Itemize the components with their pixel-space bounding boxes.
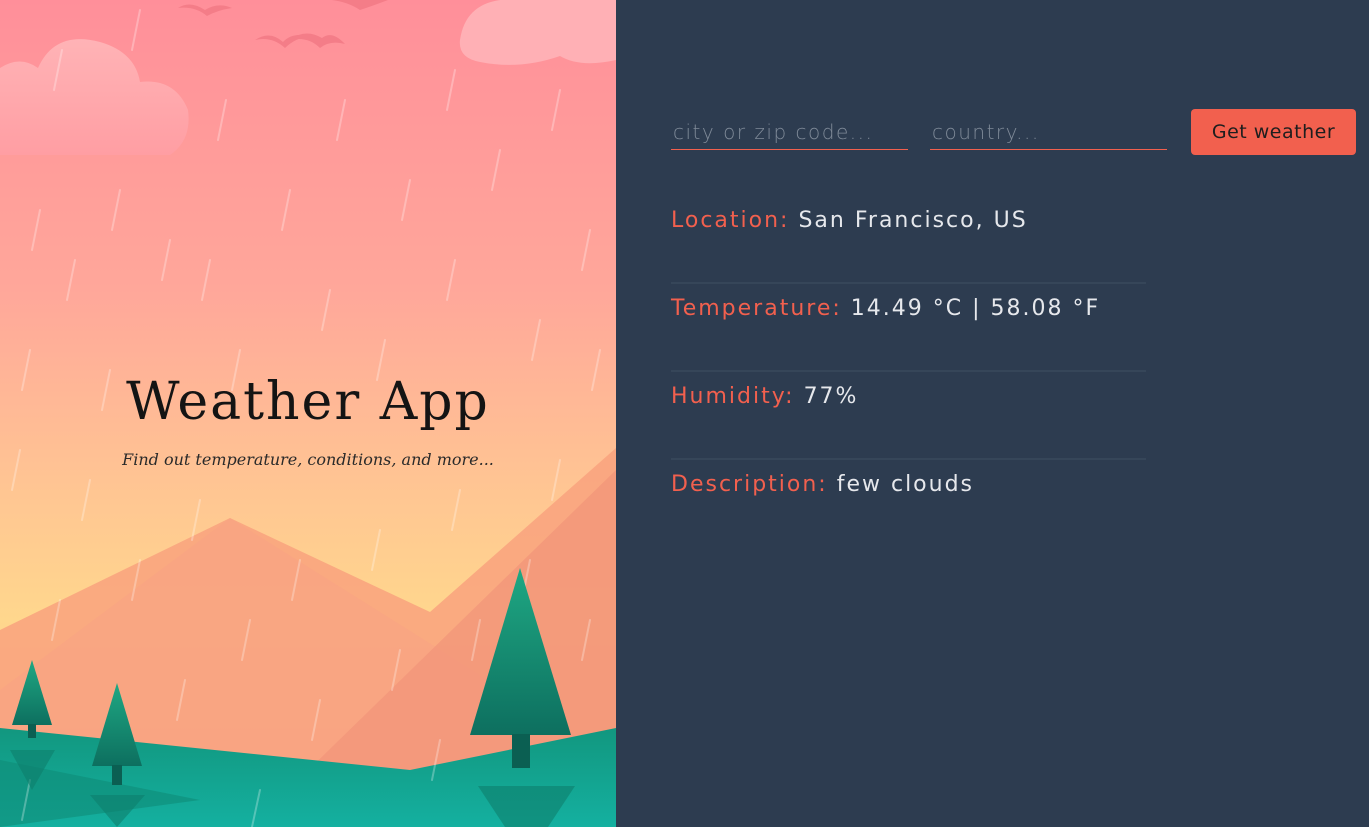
cloud-icon (459, 0, 616, 65)
hero-panel: Weather App Find out temperature, condit… (0, 0, 616, 827)
description-value: few clouds (836, 472, 975, 497)
app-title: Weather App (126, 372, 490, 432)
humidity-row: Humidity: 77% (671, 372, 1146, 460)
temperature-label: Temperature: (671, 296, 851, 321)
humidity-label: Humidity: (671, 384, 804, 409)
location-label: Location: (671, 208, 799, 233)
get-weather-button[interactable]: Get weather (1191, 109, 1356, 155)
description-row: Description: few clouds (671, 460, 1146, 548)
weather-results: Location: San Francisco, US Temperature:… (671, 196, 1146, 548)
weather-search-form: Get weather (671, 108, 1361, 156)
location-value: San Francisco, US (798, 208, 1028, 233)
bird-icon (290, 33, 345, 48)
city-input[interactable] (671, 114, 908, 150)
weather-panel: Get weather Location: San Francisco, US … (616, 0, 1369, 827)
humidity-value: 77% (803, 384, 859, 409)
bird-icon (332, 0, 388, 10)
description-label: Description: (671, 472, 837, 497)
temperature-row: Temperature: 14.49 °C | 58.08 °F (671, 284, 1146, 372)
country-input[interactable] (930, 114, 1167, 150)
location-row: Location: San Francisco, US (671, 196, 1146, 284)
cloud-icon (0, 39, 189, 155)
bird-icon (178, 4, 232, 16)
app-subtitle: Find out temperature, conditions, and mo… (122, 450, 494, 469)
app-root: Weather App Find out temperature, condit… (0, 0, 1369, 827)
temperature-value: 14.49 °C | 58.08 °F (850, 296, 1101, 321)
